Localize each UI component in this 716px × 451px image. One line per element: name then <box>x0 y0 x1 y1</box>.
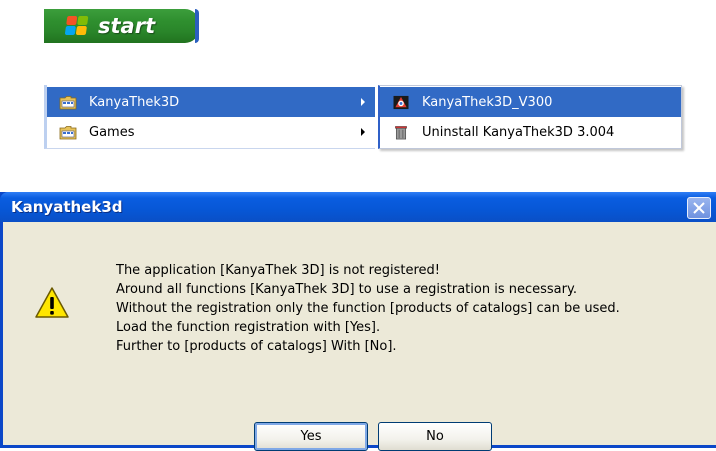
menu-item-kanyathek3d-v300[interactable]: KanyaThek3D_V300 <box>380 87 681 117</box>
message-line: Load the function registration with [Yes… <box>116 320 381 335</box>
close-button[interactable] <box>687 197 711 219</box>
program-folder-icon <box>59 95 77 109</box>
menu-item-label: KanyaThek3D <box>89 94 180 110</box>
dialog-body: The application [KanyaThek 3D] is not re… <box>3 222 716 451</box>
start-button[interactable]: start <box>44 9 199 43</box>
windows-logo-icon <box>64 16 90 36</box>
menu-item-kanyathek3d[interactable]: KanyaThek3D <box>47 87 375 117</box>
message-line: The application [KanyaThek 3D] is not re… <box>116 263 440 278</box>
menu-item-label: KanyaThek3D_V300 <box>422 94 553 110</box>
menu-item-games[interactable]: Games <box>47 117 375 147</box>
dialog-titlebar[interactable]: Kanyathek3d <box>0 192 716 222</box>
start-label: start <box>98 14 156 38</box>
menu-item-uninstall[interactable]: Uninstall KanyaThek3D 3.004 <box>380 117 681 147</box>
menu-item-label: Uninstall KanyaThek3D 3.004 <box>422 124 615 140</box>
warning-icon <box>35 287 69 318</box>
message-line: Around all functions [KanyaThek 3D] to u… <box>116 282 577 297</box>
kanyathek3d-submenu: KanyaThek3D_V300 Uninstall KanyaThek3D 3… <box>378 85 682 149</box>
submenu-arrow-icon <box>361 98 365 106</box>
programs-menu: KanyaThek3D Games <box>44 85 375 149</box>
submenu-arrow-icon <box>361 128 365 136</box>
yes-button[interactable]: Yes <box>254 422 368 451</box>
dialog-title: Kanyathek3d <box>11 198 123 216</box>
message-line: Further to [products of catalogs] With [… <box>116 339 397 354</box>
app-icon <box>393 95 409 109</box>
close-icon <box>693 202 705 214</box>
program-folder-icon <box>59 125 77 139</box>
menu-item-label: Games <box>89 124 135 140</box>
message-line: Without the registration only the functi… <box>116 301 620 316</box>
no-button[interactable]: No <box>378 422 492 451</box>
registration-dialog: Kanyathek3d The application [KanyaThek 3… <box>0 192 716 451</box>
uninstall-icon <box>395 125 407 139</box>
dialog-message: The application [KanyaThek 3D] is not re… <box>116 261 620 356</box>
